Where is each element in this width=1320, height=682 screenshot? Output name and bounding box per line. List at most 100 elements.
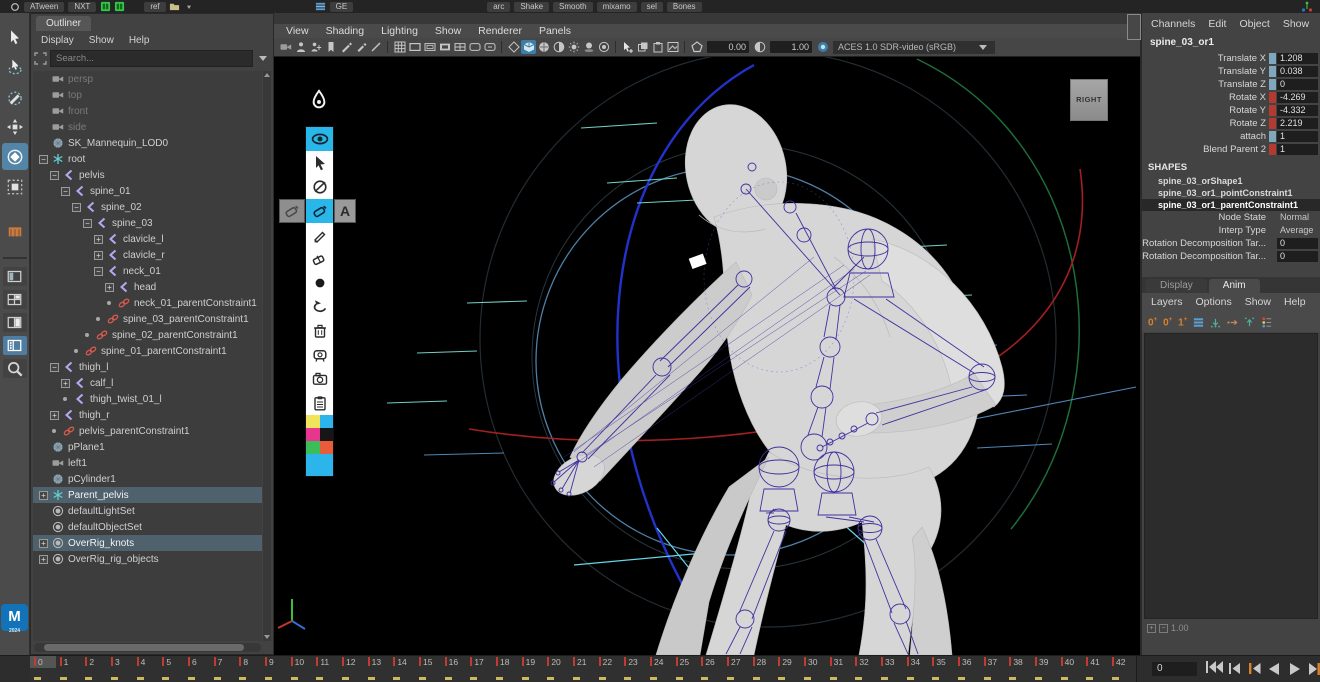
layer-menu-show[interactable]: Show — [1245, 296, 1271, 310]
outliner-menu-help[interactable]: Help — [129, 35, 150, 46]
shape-node-spine_03_orShape1[interactable]: spine_03_orShape1 — [1142, 175, 1320, 187]
outliner-item-clavicle_l[interactable]: +clavicle_l — [33, 231, 262, 247]
attribute-row[interactable]: Rotation Decomposition Tar...0 — [1142, 237, 1320, 250]
new-layer-from-selected-icon[interactable]: 0+ — [1163, 315, 1172, 328]
layout-single-button[interactable] — [3, 267, 27, 286]
undo-tool[interactable] — [306, 295, 333, 319]
annotation-pen-button[interactable] — [306, 85, 332, 115]
scroll-up-icon[interactable] — [264, 73, 270, 77]
collapse-icon[interactable]: − — [39, 155, 48, 164]
expand-icon[interactable]: + — [94, 251, 103, 260]
color-swatch[interactable] — [320, 441, 334, 454]
channelbox-menu-edit[interactable]: Edit — [1208, 18, 1226, 30]
channel-row[interactable]: Blend Parent 21 — [1142, 143, 1320, 156]
channel-value-field[interactable]: 1 — [1277, 131, 1318, 142]
expand-icon[interactable]: + — [50, 411, 59, 420]
textured-icon[interactable] — [536, 40, 551, 54]
channel-value-field[interactable]: 1.208 — [1277, 53, 1318, 64]
gamma-icon[interactable] — [752, 40, 767, 54]
dot-tool[interactable] — [306, 271, 333, 295]
view-label[interactable]: RIGHT — [1070, 79, 1108, 121]
viewport-menu-shading[interactable]: Shading — [326, 25, 365, 37]
outliner-item-neck_01[interactable]: −neck_01 — [33, 263, 262, 279]
layout-outliner-button[interactable] — [3, 336, 27, 355]
outliner-item-clavicle_r[interactable]: +clavicle_r — [33, 247, 262, 263]
collapse-icon[interactable]: − — [83, 219, 92, 228]
channel-value-field[interactable]: 2.219 — [1277, 118, 1318, 129]
green-node-icon[interactable] — [113, 1, 125, 12]
channel-value-field[interactable]: -4.332 — [1277, 105, 1318, 116]
marker-gray-tool[interactable] — [279, 199, 305, 223]
outliner-horizontal-scrollbar[interactable] — [34, 643, 261, 652]
outliner-item-spine_01[interactable]: −spine_01 — [33, 183, 262, 199]
scale-tool-button[interactable] — [2, 173, 28, 200]
collapse-icon[interactable]: − — [72, 203, 81, 212]
outliner-item-calf_l[interactable]: +calf_l — [33, 375, 262, 391]
outliner-item-front[interactable]: front — [33, 103, 262, 119]
collapse-icon[interactable]: − — [94, 267, 103, 276]
outliner-menu-display[interactable]: Display — [41, 35, 74, 46]
color-swatch[interactable] — [306, 441, 320, 454]
channel-row[interactable]: Translate X1.208 — [1142, 52, 1320, 65]
lasso-tool-button[interactable] — [2, 53, 28, 80]
copy-icon[interactable] — [635, 40, 650, 54]
outliner-item-pCylinder1[interactable]: pCylinder1 — [33, 471, 262, 487]
go-to-end-button[interactable] — [1305, 661, 1320, 677]
outliner-vertical-scrollbar[interactable] — [263, 71, 271, 641]
viewport-canvas[interactable]: RIGHT A — [274, 57, 1140, 655]
paint-icon[interactable] — [353, 40, 368, 54]
gate-mask-icon[interactable] — [437, 40, 452, 54]
bookmark-icon[interactable] — [323, 40, 338, 54]
move-right-icon[interactable] — [1227, 317, 1238, 328]
safe-action-icon[interactable] — [467, 40, 482, 54]
outliner-item-neck_01_parentConstraint1[interactable]: neck_01_parentConstraint1 — [33, 295, 262, 311]
colorspace-dropdown[interactable]: ACES 1.0 SDR-video (sRGB) — [833, 41, 995, 54]
shelf-button-shake[interactable]: Shake — [514, 2, 549, 12]
outliner-item-persp[interactable]: persp — [33, 71, 262, 87]
time-slider-ticks[interactable]: 0 1 2 3 4 5 6 — [30, 656, 1137, 682]
field-chart-icon[interactable] — [452, 40, 467, 54]
outliner-item-pPlane1[interactable]: pPlane1 — [33, 439, 262, 455]
safe-title-icon[interactable] — [482, 40, 497, 54]
select-tool-button[interactable] — [2, 23, 28, 50]
outliner-item-root[interactable]: −root — [33, 151, 262, 167]
dropdown-arrow-icon[interactable] — [183, 1, 195, 12]
expand-icon[interactable]: + — [61, 379, 70, 388]
new-empty-layer-icon[interactable]: 0+ — [1148, 315, 1157, 328]
shadows-icon[interactable] — [581, 40, 596, 54]
attribute-row[interactable]: Node StateNormal — [1142, 211, 1320, 224]
shelf-button-atween[interactable]: ATween — [24, 2, 64, 12]
projector-tool[interactable] — [306, 343, 333, 367]
move-tool-button[interactable] — [2, 113, 28, 140]
layer-stack-icon[interactable] — [1193, 317, 1204, 328]
exposure-field[interactable]: 0.00 — [707, 41, 749, 53]
scroll-down-icon[interactable] — [264, 635, 270, 639]
step-back-key-button[interactable] — [1225, 661, 1243, 677]
outliner-item-OverRig_knots[interactable]: +OverRig_knots — [33, 535, 262, 551]
step-back-frame-button[interactable] — [1245, 661, 1263, 677]
channel-row[interactable]: Rotate Y-4.332 — [1142, 104, 1320, 117]
channel-value-field[interactable]: 0.038 — [1277, 66, 1318, 77]
layer-tab-anim[interactable]: Anim — [1209, 279, 1260, 293]
expand-icon[interactable]: + — [94, 235, 103, 244]
layout-four-pane-button[interactable] — [3, 290, 27, 309]
new-override-layer-icon[interactable]: 1+ — [1178, 315, 1187, 328]
line-icon[interactable] — [368, 40, 383, 54]
shelf-button-ge[interactable]: GE — [330, 2, 354, 12]
outliner-item-spine_03[interactable]: −spine_03 — [33, 215, 262, 231]
channel-row[interactable]: attach1 — [1142, 130, 1320, 143]
color-swatch[interactable] — [306, 428, 320, 441]
view-transform-icon[interactable] — [815, 40, 830, 54]
ambient-occlusion-icon[interactable] — [596, 40, 611, 54]
trash-tool[interactable] — [306, 319, 333, 343]
outliner-item-Parent_pelvis[interactable]: +Parent_pelvis — [33, 487, 262, 503]
zoom-tool-button[interactable] — [3, 359, 27, 378]
channelbox-menu-object[interactable]: Object — [1239, 18, 1269, 30]
eye-tool[interactable] — [306, 127, 333, 151]
paste-icon[interactable] — [650, 40, 665, 54]
cursor-tool[interactable] — [306, 151, 333, 175]
expand-all-icon[interactable]: + — [1147, 624, 1156, 633]
channel-row[interactable]: Translate Y0.038 — [1142, 65, 1320, 78]
play-backwards-button[interactable] — [1265, 661, 1283, 677]
eraser-tool[interactable] — [306, 247, 333, 271]
